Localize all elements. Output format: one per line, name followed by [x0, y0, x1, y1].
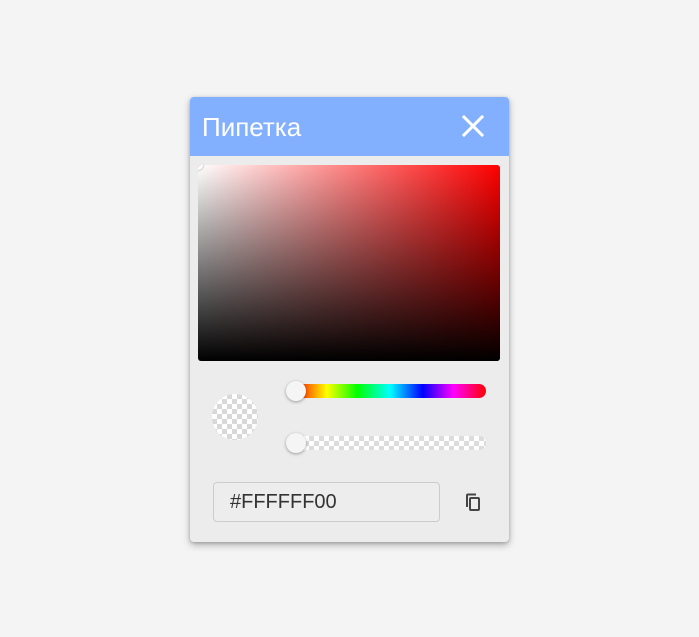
hue-slider[interactable] — [286, 381, 486, 401]
hex-color-input[interactable] — [213, 482, 440, 522]
saturation-value-area[interactable] — [198, 165, 500, 361]
eyedropper-dialog: Пипетка — [190, 97, 509, 542]
value-gradient — [198, 165, 500, 361]
copy-button[interactable] — [459, 488, 489, 518]
hue-slider-thumb[interactable] — [286, 381, 306, 401]
copy-icon — [466, 493, 480, 511]
dialog-header: Пипетка — [190, 97, 509, 156]
dialog-title: Пипетка — [202, 112, 302, 142]
color-preview — [212, 394, 258, 440]
alpha-slider-thumb[interactable] — [286, 433, 306, 453]
close-icon — [461, 114, 485, 138]
alpha-slider[interactable] — [286, 433, 486, 453]
close-button[interactable] — [456, 109, 490, 143]
